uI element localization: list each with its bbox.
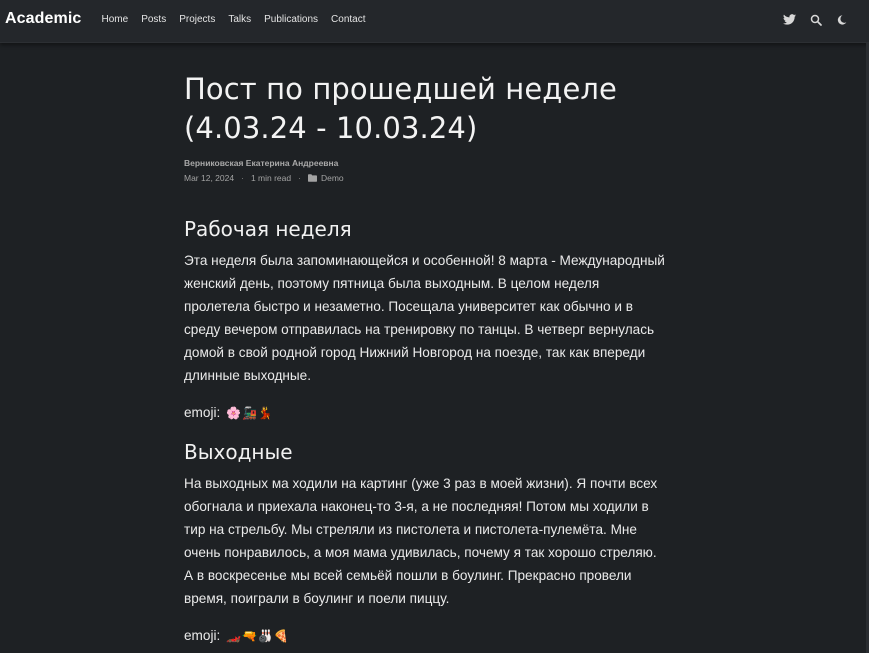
meta-separator: · <box>298 173 301 183</box>
meta-separator: · <box>241 173 244 183</box>
brand-logo[interactable]: Academic <box>5 10 81 28</box>
article-category-link[interactable]: Demo <box>307 173 344 183</box>
section-heading-workweek: Рабочая неделя <box>184 217 352 241</box>
section-paragraph-workweek: Эта неделя была запоминающейся и особенн… <box>184 253 665 383</box>
emoji-label: emoji: <box>184 405 221 420</box>
emoji-set: 🏎️🔫🎳🍕 <box>226 629 290 643</box>
emoji-set: 🌸🚂💃 <box>226 406 274 420</box>
section-heading-weekend: Выходные <box>184 440 293 464</box>
article-date: Mar 12, 2024 <box>184 173 235 183</box>
nav-link-projects[interactable]: Projects <box>173 14 222 25</box>
search-icon[interactable] <box>808 12 823 27</box>
article-read-time: 1 min read <box>250 173 292 183</box>
emoji-line-weekend: emoji: 🏎️🔫🎳🍕 <box>184 624 290 648</box>
page-title: Пост по прошедшей неделе (4.03.24 - 10.0… <box>184 72 617 145</box>
article: Пост по прошедшей неделе (4.03.24 - 10.0… <box>184 68 668 643</box>
emoji-label: emoji: <box>184 628 221 643</box>
folder-icon <box>307 174 317 182</box>
nav-icons <box>782 12 849 27</box>
moon-icon[interactable] <box>834 12 849 27</box>
nav-link-contact[interactable]: Contact <box>325 14 372 25</box>
twitter-icon[interactable] <box>782 12 797 27</box>
section-paragraph-weekend: На выходных ма ходили на картинг (уже 3 … <box>184 476 658 606</box>
article-author[interactable]: Верниковская Екатерина Андреевна <box>184 158 668 168</box>
top-navbar: Academic Home Posts Projects Talks Publi… <box>0 0 869 43</box>
emoji-line-workweek: emoji: 🌸🚂💃 <box>184 401 274 425</box>
article-meta: Mar 12, 2024 · 1 min read · Demo <box>184 173 668 183</box>
nav-link-posts[interactable]: Posts <box>135 14 173 25</box>
nav-link-talks[interactable]: Talks <box>222 14 258 25</box>
category-label: Demo <box>320 173 344 183</box>
nav-link-publications[interactable]: Publications <box>258 14 325 25</box>
nav-menu: Home Posts Projects Talks Publications C… <box>95 14 372 25</box>
nav-link-home[interactable]: Home <box>95 14 135 25</box>
